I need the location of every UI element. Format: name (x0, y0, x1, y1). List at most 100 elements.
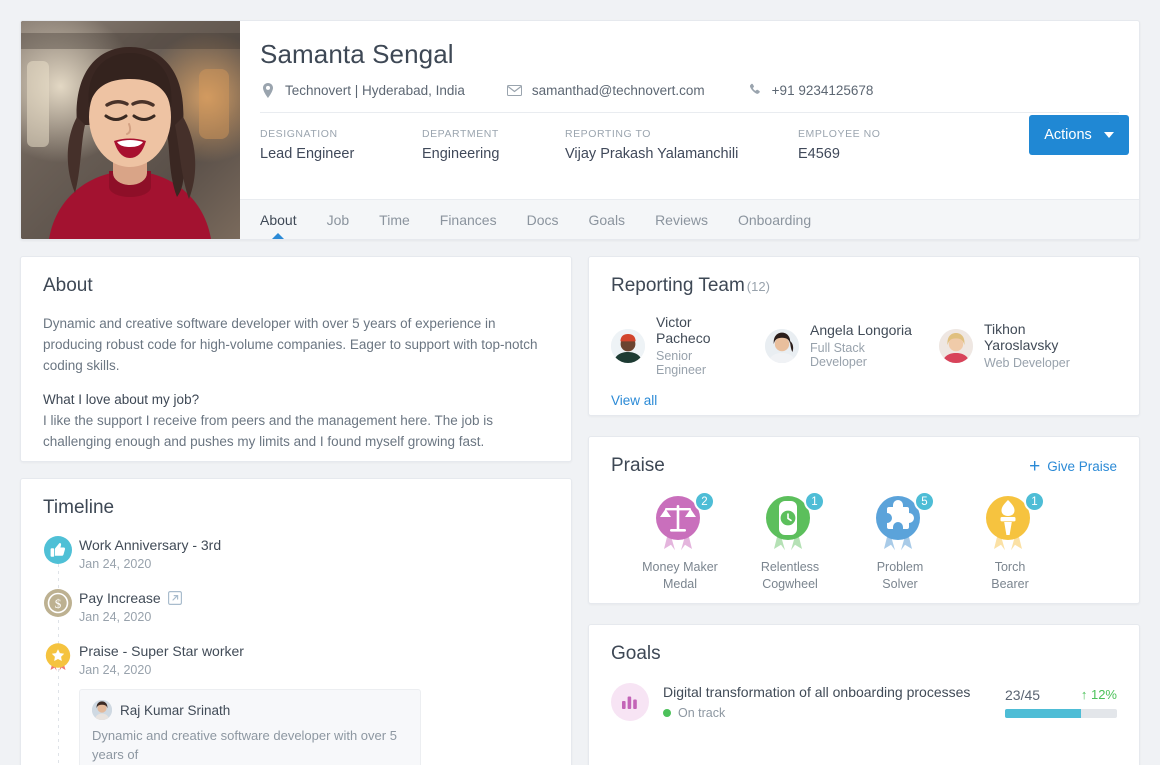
view-all-link[interactable]: View all (611, 393, 657, 408)
tab-onboarding[interactable]: Onboarding (738, 200, 811, 240)
timeline-item-title-text: Praise - Super Star worker (79, 643, 244, 659)
praise-badge-label-line1: Problem (876, 560, 924, 574)
timeline-item-date: Jan 24, 2020 (79, 663, 152, 677)
timeline-comment-author: Raj Kumar Srinath (120, 702, 231, 718)
medal-star-icon (43, 641, 73, 671)
about-question: What I love about my job? (43, 392, 200, 407)
meta-designation-label: DESIGNATION (260, 128, 338, 140)
tab-about-label: About (260, 211, 297, 228)
meta-department-label: DEPARTMENT (422, 128, 499, 140)
goal-progress-bar-fill (1005, 708, 1082, 718)
tab-goals-label: Goals (588, 211, 626, 228)
contact-phone[interactable]: +91 9234125678 (747, 82, 874, 98)
timeline-item[interactable]: $ Pay Increase Jan 24, 2020 (43, 589, 549, 624)
tab-reviews[interactable]: Reviews (655, 200, 708, 240)
avatar (939, 328, 973, 363)
thumbs-up-icon (43, 535, 73, 565)
goal-progress: 23/45 ↑ 12% (1005, 687, 1117, 718)
about-summary: Dynamic and creative software developer … (43, 316, 538, 373)
praise-badge-list: 2 Money Maker Medal 1 Relentless Cogwhee… (611, 491, 1117, 593)
contact-email-text: samanthad@technovert.com (531, 82, 705, 98)
employee-profile-page: Samanta Sengal Technovert | Hyderabad, I… (0, 0, 1160, 765)
goal-row[interactable]: Digital transformation of all onboarding… (611, 683, 1117, 721)
actions-button-label: Actions (1044, 127, 1092, 143)
timeline-item[interactable]: Praise - Super Star worker Jan 24, 2020 (43, 643, 549, 765)
meta-reporting-to-label: REPORTING TO (565, 128, 651, 140)
external-link-icon[interactable] (167, 591, 182, 605)
envelope-icon (507, 82, 523, 98)
praise-badge[interactable]: 1 Relentless Cogwheel (735, 491, 845, 593)
praise-card-title: Praise (611, 455, 665, 476)
tab-reviews-label: Reviews (655, 211, 708, 228)
meta-employee-no: EMPLOYEE NO E4569 (798, 128, 978, 162)
reporting-team-header: Reporting Team (12) (611, 275, 1117, 297)
tab-job-label: Job (326, 211, 350, 228)
praise-badge[interactable]: 2 Money Maker Medal (625, 491, 735, 593)
contact-phone-text: +91 9234125678 (771, 82, 874, 98)
list-item[interactable]: Tikhon Yaroslavsky Web Developer (939, 314, 1093, 377)
meta-department: DEPARTMENT Engineering (422, 128, 565, 162)
tab-docs-label: Docs (526, 211, 559, 228)
praise-badge[interactable]: 5 Problem Solver (845, 491, 955, 593)
meta-reporting-to: REPORTING TO Vijay Prakash Yalamanchili (565, 128, 798, 162)
avatar (611, 328, 645, 363)
actions-button[interactable]: Actions (1029, 115, 1129, 155)
active-tab-indicator-icon (270, 232, 287, 239)
list-item[interactable]: Angela Longoria Full Stack Developer (764, 314, 915, 377)
give-praise-button[interactable]: + Give Praise (1029, 457, 1117, 476)
timeline-item-title: Pay Increase (79, 590, 549, 606)
team-member-role: Senior Engineer (656, 349, 707, 377)
profile-tabs: About Job Time Finances Docs Goals Revie… (240, 199, 1139, 239)
tab-finances-label: Finances (439, 211, 497, 228)
praise-badge-label-line1: Relentless (760, 560, 820, 574)
phone-icon (747, 82, 763, 98)
praise-badge-label: Money Maker Medal (625, 559, 735, 593)
meta-department-value: Engineering (422, 146, 500, 162)
team-member-name: Angela Longoria (809, 322, 912, 338)
timeline-item-title-text: Pay Increase (79, 590, 161, 606)
team-member-name: Victor Pacheco (656, 314, 711, 346)
timeline-item-date: Jan 24, 2020 (79, 557, 152, 571)
praise-badge-label-line2: Cogwheel (762, 577, 818, 591)
praise-badge[interactable]: 1 Torch Bearer (955, 491, 1065, 593)
tab-about[interactable]: About (260, 200, 297, 239)
reporting-team-title: Reporting Team (611, 275, 745, 296)
praise-card: Praise + Give Praise 2 Money Maker Medal… (588, 436, 1140, 604)
contact-email[interactable]: samanthad@technovert.com (507, 82, 705, 98)
tab-job[interactable]: Job (327, 200, 350, 240)
page-title: Samanta Sengal (260, 39, 454, 69)
profile-meta-row: DESIGNATION Lead Engineer DEPARTMENT Eng… (240, 113, 1139, 162)
praise-badge-count: 1 (804, 491, 825, 512)
timeline-item-date: Jan 24, 2020 (79, 610, 152, 624)
goal-title: Digital transformation of all onboarding… (663, 684, 971, 700)
profile-header-details: Samanta Sengal Technovert | Hyderabad, I… (240, 21, 1139, 239)
list-item[interactable]: Victor Pacheco Senior Engineer (611, 314, 741, 377)
torch-icon: 1 (977, 491, 1045, 555)
timeline-card-title: Timeline (43, 497, 115, 518)
praise-badge-label-line1: Torch (994, 560, 1026, 574)
tab-time[interactable]: Time (379, 200, 410, 240)
tab-goals[interactable]: Goals (588, 200, 625, 240)
status-dot-icon (663, 709, 671, 717)
timeline-card: Timeline Work Anniversary - 3rd Jan 24, … (20, 478, 572, 765)
about-answer: I like the support I receive from peers … (43, 413, 493, 449)
chevron-down-icon (1103, 132, 1114, 138)
praise-badge-label-line2: Solver (882, 577, 918, 591)
goal-progress-delta: ↑ 12% (1080, 687, 1117, 702)
meta-reporting-to-value: Vijay Prakash Yalamanchili (565, 146, 739, 162)
praise-badge-label-line1: Money Maker (642, 560, 718, 574)
timeline-list: Work Anniversary - 3rd Jan 24, 2020 $ Pa… (43, 535, 549, 765)
timeline-item[interactable]: Work Anniversary - 3rd Jan 24, 2020 (43, 535, 549, 571)
praise-badge-count: 5 (914, 491, 935, 512)
status-badge: On track (663, 706, 1005, 720)
meta-employee-no-value: E4569 (798, 146, 840, 162)
praise-badge-label-line2: Bearer (991, 577, 1029, 591)
avatar (92, 700, 112, 720)
location-pin-icon (260, 82, 276, 98)
tab-finances[interactable]: Finances (440, 200, 497, 240)
contact-location: Technovert | Hyderabad, India (260, 82, 465, 98)
tab-onboarding-label: Onboarding (737, 211, 812, 228)
praise-badge-count: 2 (694, 491, 715, 512)
timeline-item-title: Praise - Super Star worker (79, 643, 549, 659)
tab-docs[interactable]: Docs (527, 200, 559, 240)
